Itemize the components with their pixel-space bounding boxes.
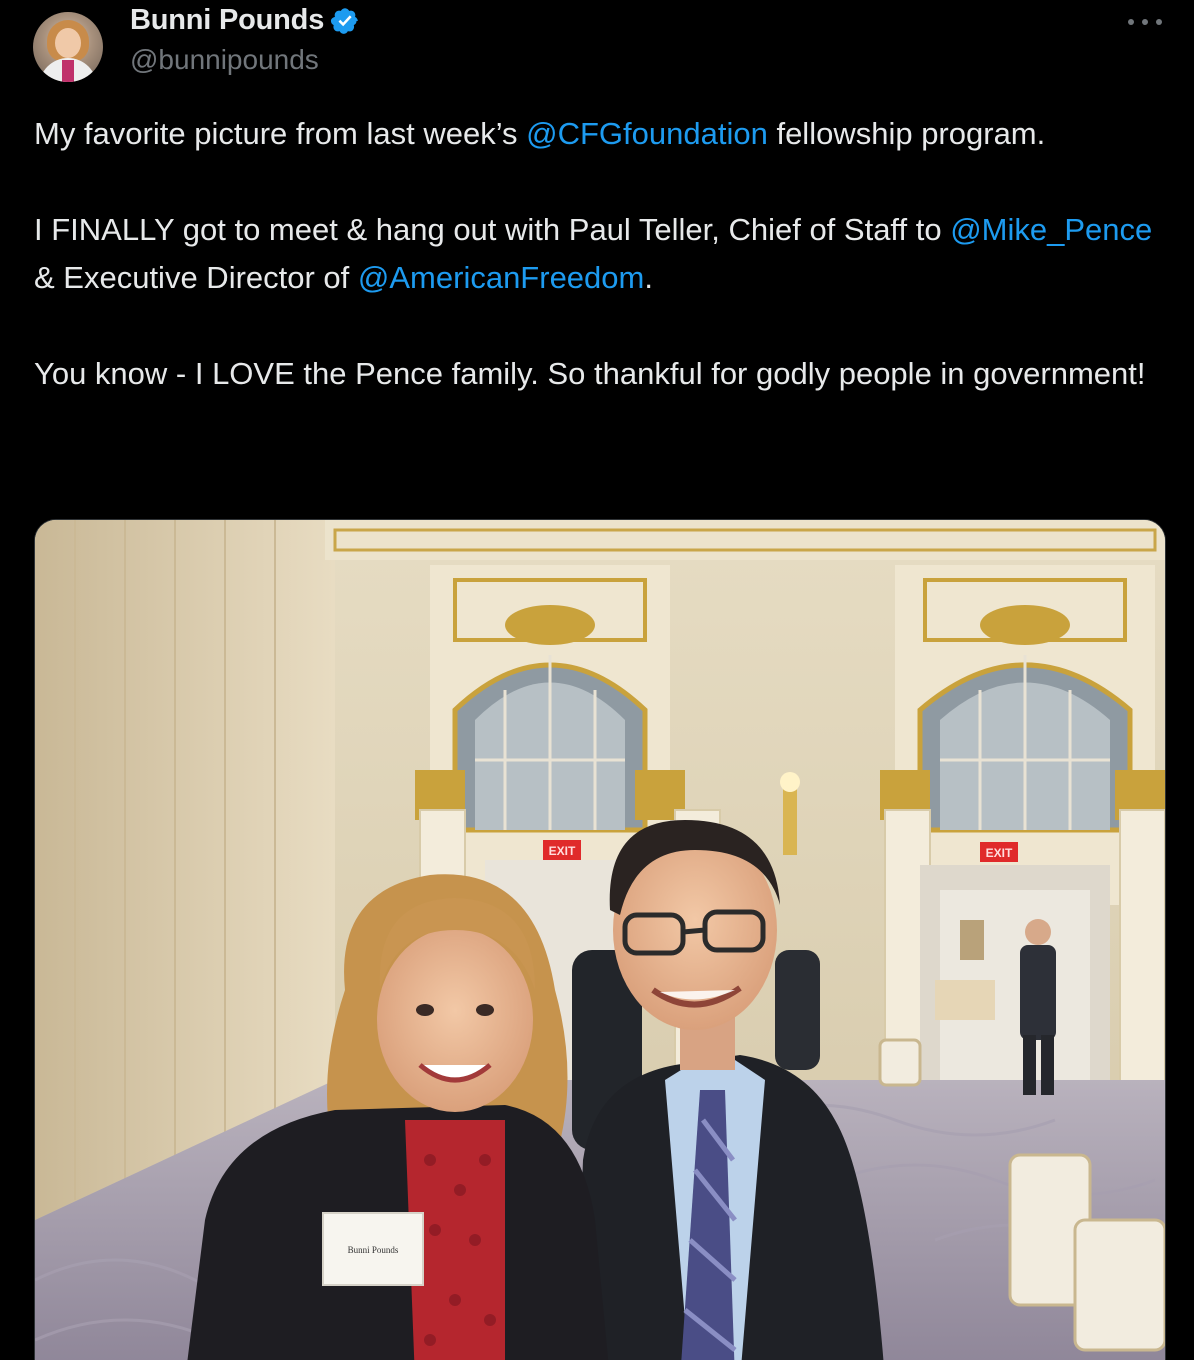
mention-link-cfgfoundation[interactable]: @CFGfoundation — [526, 116, 768, 151]
wall-sconce — [780, 772, 800, 855]
author-avatar[interactable] — [33, 12, 103, 82]
tweet-text-segment: & Executive Director of — [34, 260, 358, 295]
tweet-text: My favorite picture from last week’s @CF… — [34, 110, 1154, 446]
author-name-row: Bunni Pounds — [130, 4, 360, 37]
tweet-text-segment: My favorite picture from last week’s — [34, 116, 527, 151]
tweet-paragraph-1: My favorite picture from last week’s @CF… — [34, 110, 1154, 158]
tweet-text-segment: . — [644, 260, 653, 295]
tweet-paragraph-3: You know - I LOVE the Pence family. So t… — [34, 356, 1146, 391]
verified-badge-icon[interactable] — [330, 6, 360, 36]
cornice — [325, 520, 1165, 560]
avatar-shirt — [62, 60, 74, 82]
tweet-text-segment: fellowship program. — [767, 116, 1046, 151]
more-dot-icon — [1128, 19, 1134, 25]
tweet-paragraph-2: I FINALLY got to meet & hang out with Pa… — [34, 206, 1154, 302]
author-display-name[interactable]: Bunni Pounds — [130, 4, 324, 37]
avatar-face — [55, 28, 81, 58]
more-horizontal-icon[interactable] — [1128, 10, 1162, 34]
exit-sign-left: EXIT — [549, 844, 576, 858]
author-handle[interactable]: @bunnipounds — [130, 44, 319, 76]
mention-link-mike-pence[interactable]: @Mike_Pence — [950, 212, 1152, 247]
tweet-text-segment: I FINALLY got to meet & hang out with Pa… — [34, 212, 951, 247]
more-dot-icon — [1156, 19, 1162, 25]
photo-illustration: EXIT EXIT Bunni Pounds — [35, 520, 1165, 1360]
tweet-photo[interactable]: EXIT EXIT Bunni Pounds — [34, 519, 1166, 1360]
mention-link-americanfreedom[interactable]: @AmericanFreedom — [358, 260, 644, 295]
name-tag-text: Bunni Pounds — [348, 1245, 399, 1255]
tweet: Bunni Pounds @bunnipounds My favorite pi… — [0, 0, 1194, 1360]
exit-sign-right: EXIT — [986, 846, 1013, 860]
more-dot-icon — [1142, 19, 1148, 25]
